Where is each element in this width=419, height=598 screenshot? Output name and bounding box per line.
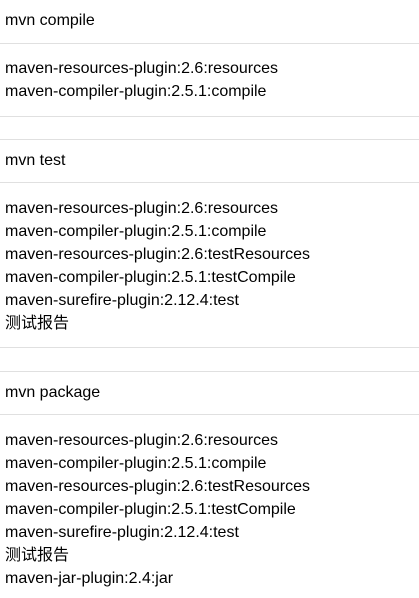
list-item: maven-resources-plugin:2.6:resources [5,60,279,77]
list-item: maven-resources-plugin:2.6:resources [5,200,279,217]
list-item: maven-resources-plugin:2.6:testResources [5,246,311,263]
section-title: mvn test [5,152,66,169]
list-item: maven-surefire-plugin:2.12.4:test [5,524,239,541]
list-item: 测试报告 [5,315,70,332]
section-divider [0,347,419,348]
list-item: maven-compiler-plugin:2.5.1:testCompile [5,269,296,286]
section-body-compile: maven-resources-plugin:2.6:resources mav… [5,57,278,103]
section-body-test: maven-resources-plugin:2.6:resources mav… [5,197,310,335]
list-item: maven-resources-plugin:2.6:resources [5,432,279,449]
list-item: maven-compiler-plugin:2.5.1:testCompile [5,501,296,518]
list-item: maven-compiler-plugin:2.5.1:compile [5,83,267,100]
list-item: maven-resources-plugin:2.6:testResources [5,478,311,495]
section-divider [0,116,419,117]
list-item: 测试报告 [5,547,70,564]
section-body-package: maven-resources-plugin:2.6:resources mav… [5,429,310,590]
section-header-compile: mvn compile [0,0,419,44]
list-item: maven-compiler-plugin:2.5.1:compile [5,223,267,240]
list-item: maven-jar-plugin:2.4:jar [5,570,174,587]
list-item: maven-compiler-plugin:2.5.1:compile [5,455,267,472]
section-title: mvn compile [5,12,95,29]
section-header-package: mvn package [0,371,419,415]
section-title: mvn package [5,384,101,401]
list-item: maven-surefire-plugin:2.12.4:test [5,292,239,309]
section-header-test: mvn test [0,139,419,183]
